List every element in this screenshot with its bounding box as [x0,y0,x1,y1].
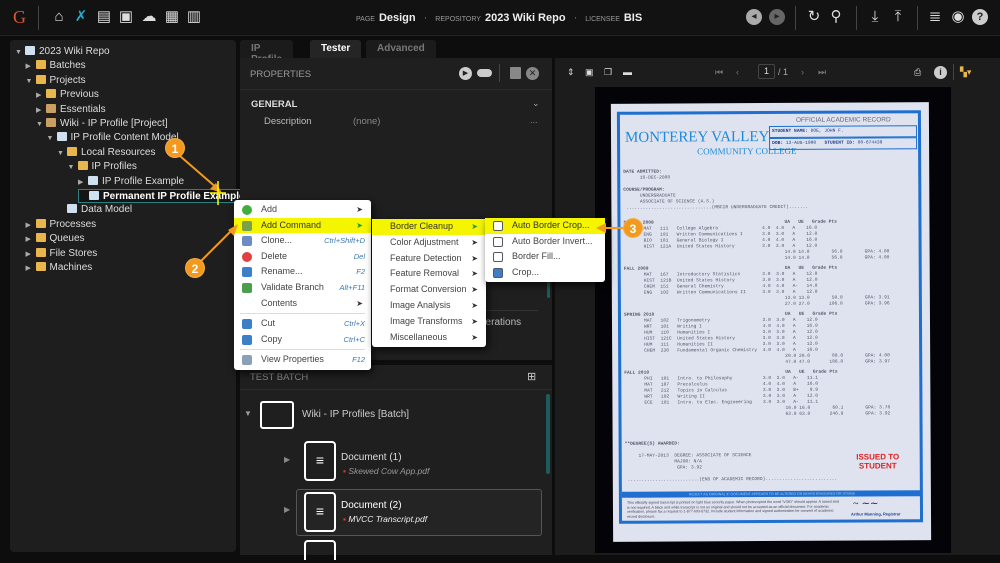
callout-1: 1 [165,138,185,158]
callout-arrows [179,155,625,263]
callout-2: 2 [185,258,205,278]
arrowhead-2 [228,224,238,236]
arrow-2 [199,227,235,263]
arrowhead-3 [596,223,606,233]
arrow-1 [179,155,219,190]
callout-3: 3 [623,218,643,238]
